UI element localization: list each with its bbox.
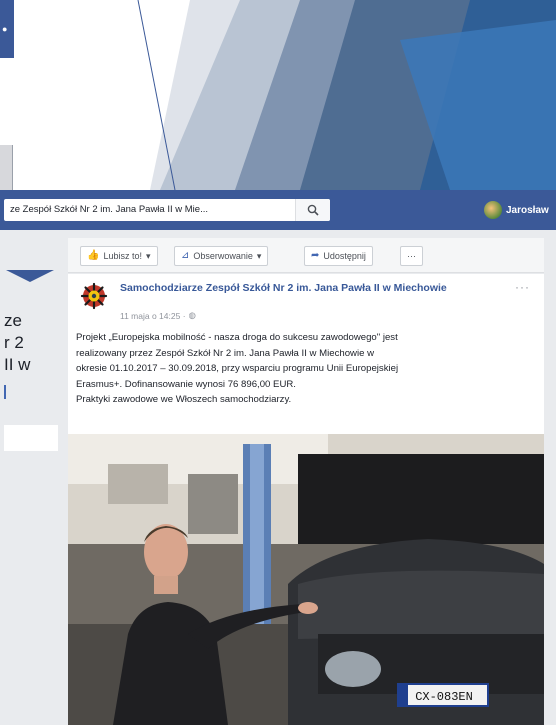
thumbs-up-icon: 👍	[87, 250, 100, 261]
more-label: ···	[407, 251, 416, 261]
chevron-down-icon: ▾	[145, 251, 151, 261]
page-action-bar: 👍 Lubisz to! ▾ ⊿ Obserwowanie ▾ ➦ Udostę…	[68, 238, 544, 273]
sidebar-link-marker	[4, 385, 6, 399]
post-time-text: 11 maja o 14:25 ·	[120, 310, 186, 321]
license-plate-text: CX-083EN	[415, 690, 473, 704]
post-line: Erasmus+. Dofinansowanie wynosi 76 896,0…	[76, 378, 296, 390]
post-timestamp[interactable]: 11 maja o 14:25 · ◍	[120, 310, 196, 321]
chevron-down-icon: ▾	[256, 251, 262, 261]
sidebar-box	[4, 425, 58, 451]
follow-button[interactable]: ⊿ Obserwowanie ▾	[174, 246, 269, 266]
share-button[interactable]: ➦ Udostępnij	[304, 246, 373, 266]
facebook-window: ze Zespół Szkół Nr 2 im. Jana Pawła II w…	[0, 190, 556, 725]
post-card: Samochodziarze Zespół Szkół Nr 2 im. Jan…	[68, 274, 544, 725]
post-line: Praktyki zawodowe we Włoszech samochodzi…	[76, 394, 292, 405]
post-page-name[interactable]: Samochodziarze Zespół Szkół Nr 2 im. Jan…	[120, 282, 490, 295]
right-column	[544, 238, 556, 725]
like-label: Lubisz to!	[103, 251, 142, 261]
like-button[interactable]: 👍 Lubisz to! ▾	[80, 246, 158, 266]
post-options-button[interactable]: ···	[515, 280, 530, 294]
left-sidebar: ze r 2 II w	[0, 230, 64, 725]
post-line: realizowany przez Zespół Szkół Nr 2 im. …	[76, 347, 375, 359]
profile-name: Jarosław	[506, 204, 549, 216]
globe-icon: ◍	[188, 310, 196, 320]
background-window-header: ●	[0, 0, 14, 58]
sidebar-page-name: ze r 2 II w	[4, 311, 31, 374]
follow-label: Obserwowanie	[193, 251, 253, 261]
avatar	[484, 201, 502, 219]
profile-link[interactable]: Jarosław	[484, 200, 549, 220]
post-line: Projekt „Europejska mobilność - nasza dr…	[76, 332, 398, 343]
post-line: okresie 01.10.2017 – 30.09.2018, przy ws…	[76, 363, 399, 374]
more-button[interactable]: ···	[400, 246, 423, 266]
post-photo[interactable]: CX-083EN	[68, 434, 544, 725]
search-icon	[307, 204, 319, 216]
share-label: Udostępnij	[323, 251, 366, 261]
share-arrow-icon: ➦	[311, 250, 320, 261]
post-text: Projekt „Europejska mobilność - nasza dr…	[76, 330, 538, 408]
caret-down-icon	[6, 270, 54, 282]
top-navigation-bar: ze Zespół Szkół Nr 2 im. Jana Pawła II w…	[0, 190, 556, 230]
search-box[interactable]: ze Zespół Szkół Nr 2 im. Jana Pawła II w…	[4, 199, 330, 221]
search-button[interactable]	[295, 199, 330, 221]
rss-icon: ⊿	[181, 250, 190, 261]
page-avatar[interactable]	[80, 282, 108, 310]
search-input[interactable]: ze Zespół Szkół Nr 2 im. Jana Pawła II w…	[10, 199, 208, 221]
